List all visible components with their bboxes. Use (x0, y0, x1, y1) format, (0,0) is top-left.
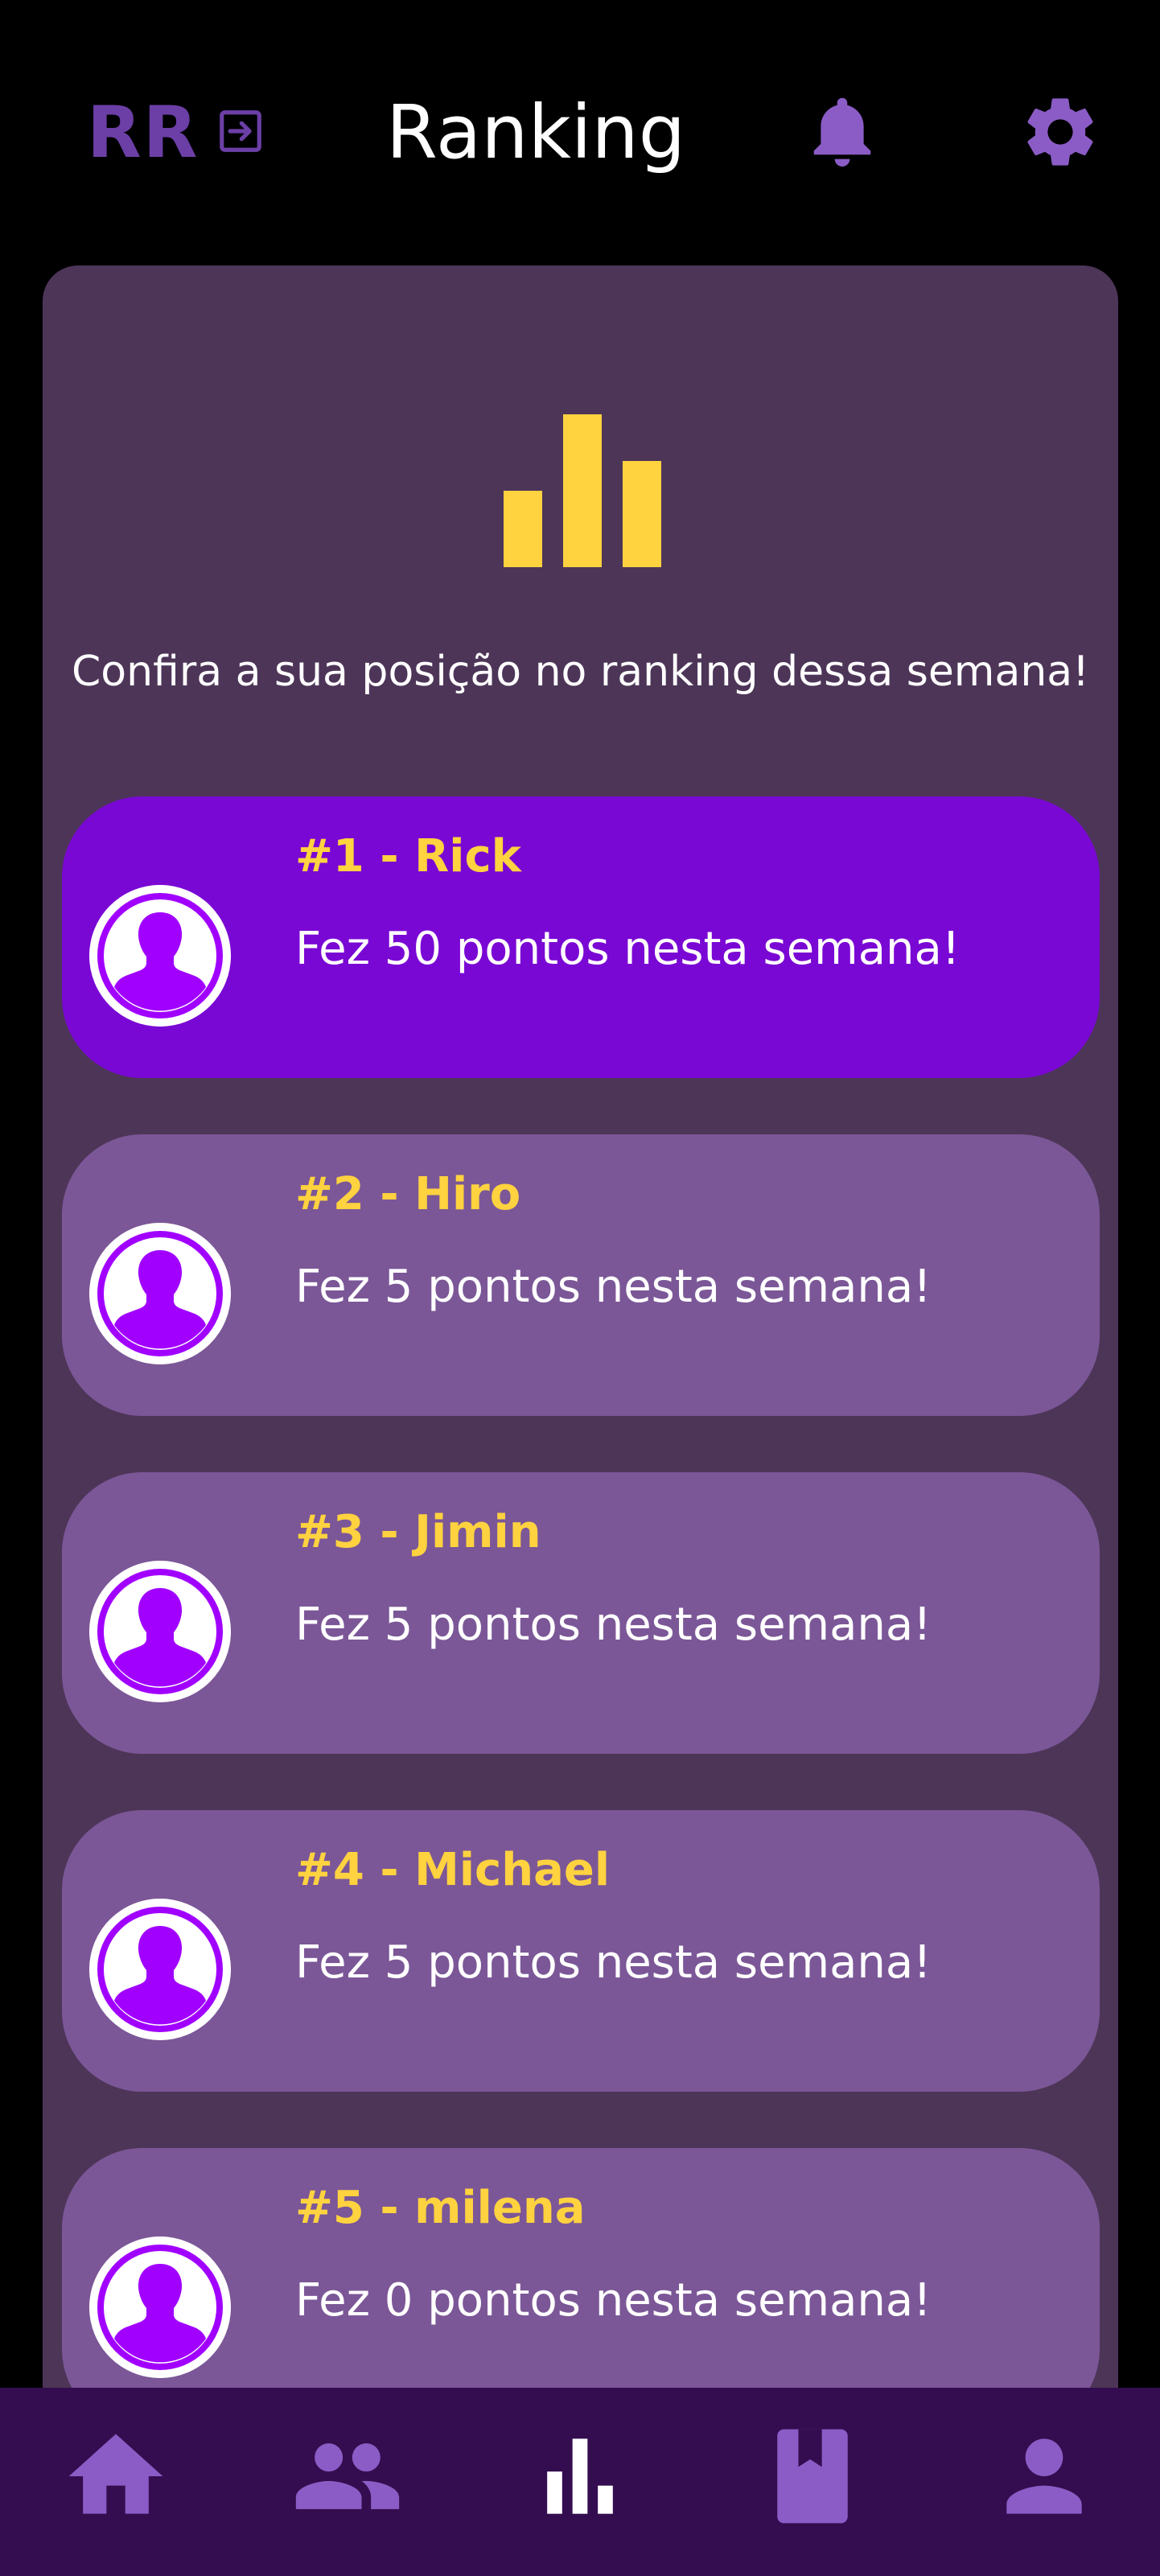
avatar (89, 1223, 231, 1364)
ranking-name: #5 - milena (295, 2182, 586, 2234)
bar-chart-icon (504, 414, 661, 567)
ranking-name: #1 - Rick (295, 830, 521, 883)
ranking-panel: Confira a sua posição no ranking dessa s… (43, 265, 1118, 2454)
ranking-points: Fez 5 pontos nesta semana! (295, 1599, 932, 1651)
ranking-card[interactable]: #1 - Rick Fez 50 pontos nesta semana! (62, 796, 1100, 1078)
ranking-subtitle: Confira a sua posição no ranking dessa s… (71, 648, 1089, 696)
bell-icon[interactable] (804, 90, 880, 174)
profile-icon[interactable] (988, 2420, 1100, 2533)
top-bar: RR Ranking (0, 0, 1160, 265)
ranking-name: #3 - Jimin (295, 1506, 541, 1558)
ranking-card[interactable]: #2 - Hiro Fez 5 pontos nesta semana! (62, 1134, 1100, 1416)
avatar (89, 885, 231, 1027)
ranking-name: #4 - Michael (295, 1844, 611, 1896)
ranking-points: Fez 5 pontos nesta semana! (295, 1261, 932, 1313)
logout-icon[interactable] (216, 106, 265, 156)
ranking-points: Fez 0 pontos nesta semana! (295, 2274, 932, 2327)
page-title: Ranking (386, 89, 686, 175)
home-icon[interactable] (60, 2420, 172, 2533)
ranking-points: Fez 5 pontos nesta semana! (295, 1936, 932, 1989)
bottom-nav (0, 2388, 1160, 2576)
ranking-name: #2 - Hiro (295, 1168, 521, 1220)
app-logo: RR (87, 91, 200, 174)
avatar (89, 1561, 231, 1702)
ranking-points: Fez 50 pontos nesta semana! (295, 923, 960, 975)
gear-icon[interactable] (1018, 90, 1102, 174)
book-icon[interactable] (756, 2420, 869, 2533)
avatar (89, 2237, 231, 2378)
app-screen: RR Ranking Confira a sua posição no rank… (0, 0, 1160, 2576)
ranking-card[interactable]: #3 - Jimin Fez 5 pontos nesta semana! (62, 1472, 1100, 1754)
ranking-icon[interactable] (524, 2420, 636, 2533)
group-icon[interactable] (291, 2420, 404, 2533)
ranking-card[interactable]: #4 - Michael Fez 5 pontos nesta semana! (62, 1810, 1100, 2092)
avatar (89, 1899, 231, 2040)
